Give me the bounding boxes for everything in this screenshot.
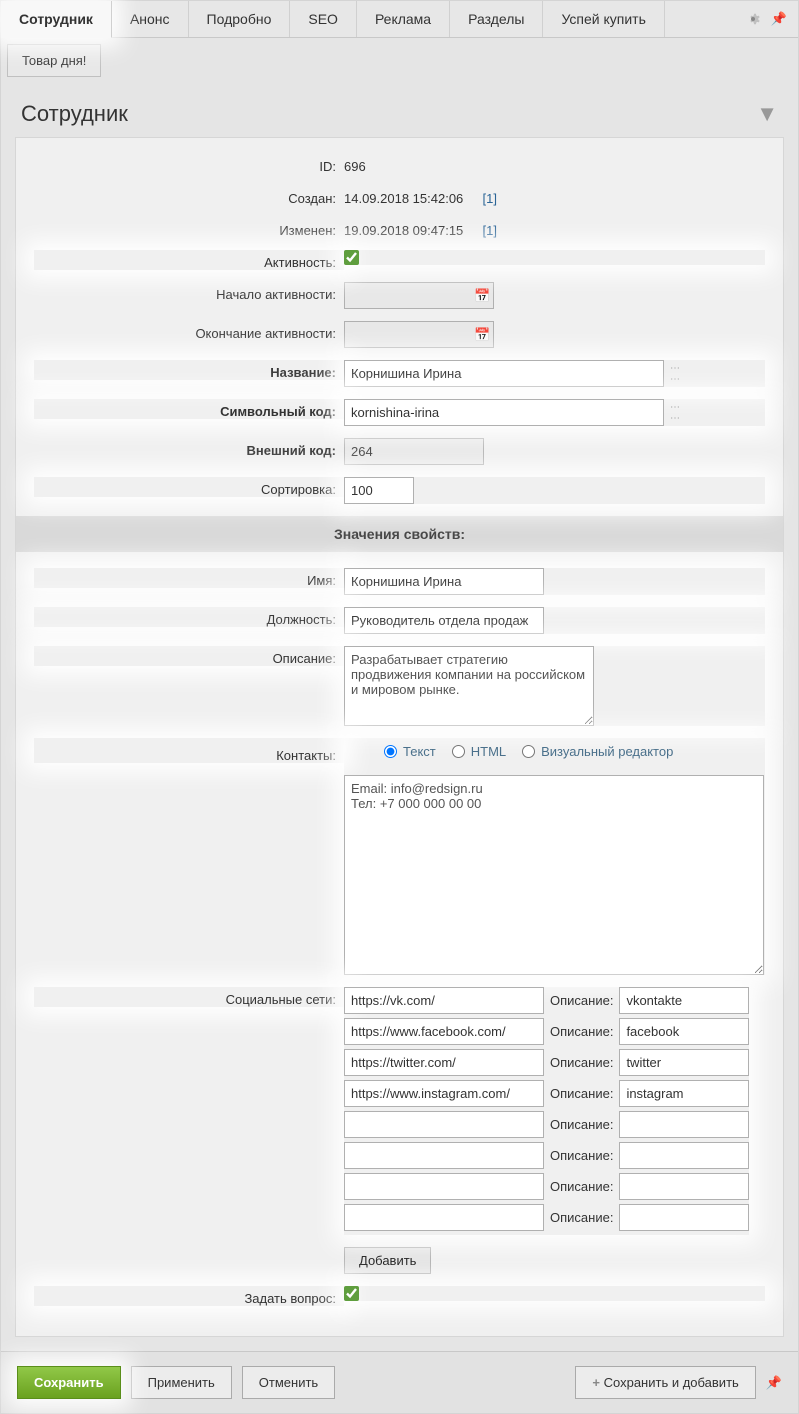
section-title: Сотрудник [21, 101, 128, 127]
pin-icon[interactable]: 📌 [770, 10, 788, 28]
footer-pin-icon[interactable]: 📌 [766, 1375, 782, 1391]
end-label: Окончание активности: [34, 321, 344, 341]
social-desc-label: Описание: [550, 1148, 613, 1163]
contacts-label: Контакты: [34, 738, 344, 763]
social-desc-input[interactable] [619, 987, 749, 1014]
active-checkbox[interactable] [344, 250, 359, 265]
social-desc-input[interactable] [619, 1111, 749, 1138]
social-desc-label: Описание: [550, 993, 613, 1008]
props-header: Значения свойств: [16, 516, 783, 552]
social-desc-input[interactable] [619, 1018, 749, 1045]
created-label: Создан: [34, 186, 344, 206]
name-tools-icon[interactable]: ⋯⋯ [670, 364, 680, 384]
name-label: Название: [34, 360, 344, 380]
description-textarea[interactable]: Разрабатывает стратегию продвижения комп… [344, 646, 594, 726]
calendar-icon[interactable]: 📅 [474, 288, 490, 304]
save-add-button[interactable]: + Сохранить и добавить [575, 1366, 755, 1399]
tab-employee[interactable]: Сотрудник [1, 1, 112, 38]
sort-input[interactable] [344, 477, 414, 504]
tab-buy-now[interactable]: Успей купить [543, 1, 664, 37]
social-desc-input[interactable] [619, 1080, 749, 1107]
social-url-input[interactable] [344, 1049, 544, 1076]
social-url-input[interactable] [344, 1204, 544, 1231]
radio-html[interactable]: HTML [452, 744, 506, 759]
social-desc-input[interactable] [619, 1142, 749, 1169]
social-url-input[interactable] [344, 987, 544, 1014]
gear-icon[interactable] [744, 10, 762, 28]
social-desc-input[interactable] [619, 1173, 749, 1200]
prop-name-input[interactable] [344, 568, 544, 595]
id-value: 696 [344, 154, 765, 174]
active-label: Активность: [34, 250, 344, 270]
cancel-button[interactable]: Отменить [242, 1366, 335, 1399]
form-area: ID: 696 Создан: 14.09.2018 15:42:06 [1] … [15, 137, 784, 1337]
add-social-button[interactable]: Добавить [344, 1247, 431, 1274]
id-label: ID: [34, 154, 344, 174]
changed-user-link[interactable]: [1] [483, 223, 497, 238]
tab-seo[interactable]: SEO [290, 1, 357, 37]
position-input[interactable] [344, 607, 544, 634]
social-url-input[interactable] [344, 1018, 544, 1045]
social-desc-label: Описание: [550, 1210, 613, 1225]
changed-value: 19.09.2018 09:47:15 [344, 223, 463, 238]
social-url-input[interactable] [344, 1173, 544, 1200]
editor-mode-radios: Текст HTML Визуальный редактор [344, 738, 673, 769]
social-url-input[interactable] [344, 1142, 544, 1169]
calendar-icon[interactable]: 📅 [474, 327, 490, 343]
section-title-row: Сотрудник ▼ [1, 83, 798, 137]
description-label: Описание: [34, 646, 344, 666]
prop-name-label: Имя: [34, 568, 344, 588]
tab-sections[interactable]: Разделы [450, 1, 543, 37]
end-date-input[interactable] [344, 321, 494, 348]
tab-announce[interactable]: Анонс [112, 1, 189, 37]
ext-input[interactable] [344, 438, 484, 465]
social-desc-input[interactable] [619, 1204, 749, 1231]
social-desc-label: Описание: [550, 1024, 613, 1039]
ask-checkbox[interactable] [344, 1286, 359, 1301]
code-label: Символьный код: [34, 399, 344, 419]
ask-label: Задать вопрос: [34, 1286, 344, 1306]
code-tools-icon[interactable]: ⋯⋯ [670, 403, 680, 423]
position-label: Должность: [34, 607, 344, 627]
tab-ads[interactable]: Реклама [357, 1, 450, 37]
sort-label: Сортировка: [34, 477, 344, 497]
social-desc-label: Описание: [550, 1117, 613, 1132]
social-desc-label: Описание: [550, 1086, 613, 1101]
social-url-input[interactable] [344, 1080, 544, 1107]
social-desc-label: Описание: [550, 1055, 613, 1070]
created-value: 14.09.2018 15:42:06 [344, 191, 463, 206]
collapse-icon[interactable]: ▼ [756, 101, 778, 127]
contacts-textarea[interactable]: Email: info@redsign.ru Тел: +7 000 000 0… [344, 775, 764, 975]
social-desc-input[interactable] [619, 1049, 749, 1076]
social-desc-label: Описание: [550, 1179, 613, 1194]
apply-button[interactable]: Применить [131, 1366, 232, 1399]
start-date-input[interactable] [344, 282, 494, 309]
sub-tabs: Товар дня! [1, 38, 798, 83]
ext-label: Внешний код: [34, 438, 344, 458]
tab-detail[interactable]: Подробно [189, 1, 291, 37]
social-label: Социальные сети: [34, 987, 344, 1007]
created-user-link[interactable]: [1] [483, 191, 497, 206]
radio-text[interactable]: Текст [384, 744, 436, 759]
changed-label: Изменен: [34, 218, 344, 238]
start-label: Начало активности: [34, 282, 344, 302]
radio-visual[interactable]: Визуальный редактор [522, 744, 673, 759]
subtab-deal-of-day[interactable]: Товар дня! [7, 44, 101, 77]
main-tabs: Сотрудник Анонс Подробно SEO Реклама Раз… [1, 1, 798, 38]
footer-bar: Сохранить Применить Отменить + Сохранить… [1, 1351, 798, 1413]
code-input[interactable] [344, 399, 664, 426]
social-url-input[interactable] [344, 1111, 544, 1138]
name-input[interactable] [344, 360, 664, 387]
save-button[interactable]: Сохранить [17, 1366, 121, 1399]
